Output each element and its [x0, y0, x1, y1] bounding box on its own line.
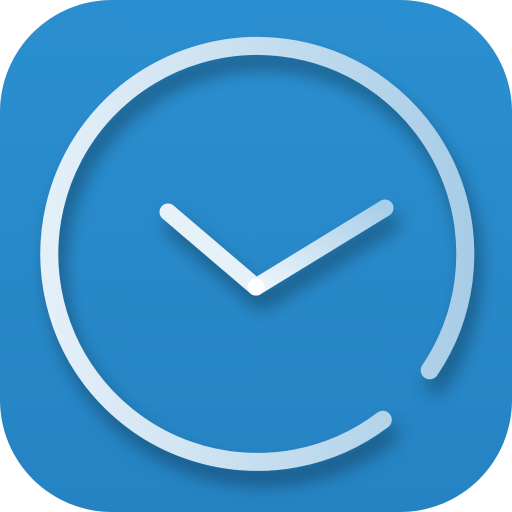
icon-background: [0, 0, 512, 512]
app-icon-canvas: [0, 0, 512, 512]
clock-hub: [247, 278, 265, 296]
clock-icon[interactable]: [0, 0, 512, 512]
